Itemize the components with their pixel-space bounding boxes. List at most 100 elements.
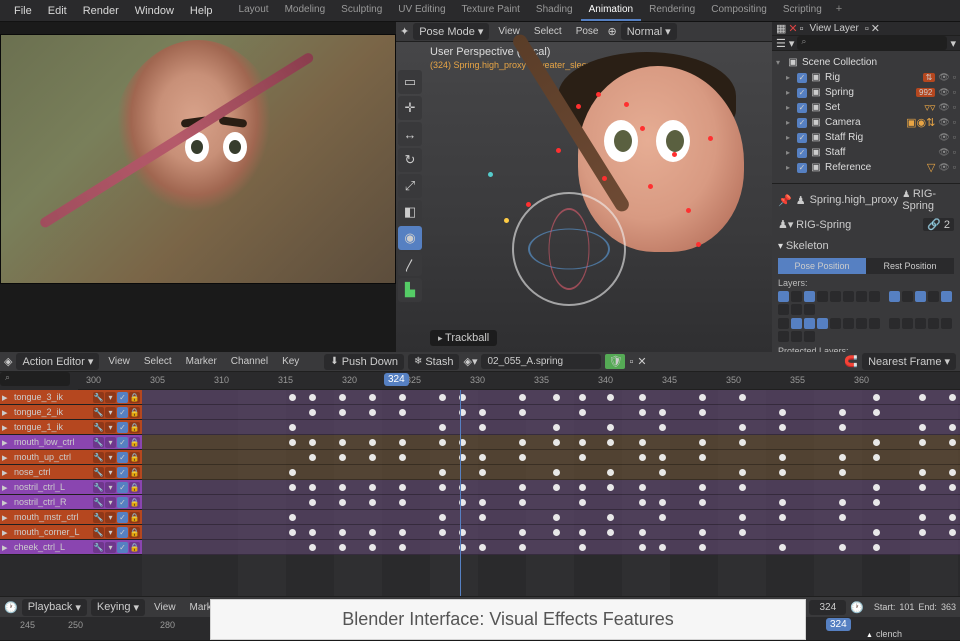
menu-edit[interactable]: Edit (40, 2, 75, 20)
keyframe[interactable] (579, 499, 586, 506)
keyframe[interactable] (779, 514, 786, 521)
channel-tongue_3_ik[interactable]: ▸tongue_3_ik🔧▾✓🔒 (0, 390, 142, 405)
tool-rotate[interactable]: ↻ (398, 148, 422, 172)
tool-annotate[interactable]: ◉ (398, 226, 422, 250)
outliner-item-spring[interactable]: ▸✓▣Spring992👁▫ (772, 85, 960, 100)
keyframe[interactable] (339, 454, 346, 461)
tab-uv[interactable]: UV Editing (390, 0, 453, 21)
keyframe[interactable] (399, 544, 406, 551)
channel-nose_ctrl[interactable]: ▸nose_ctrl🔧▾✓🔒 (0, 465, 142, 480)
ae-key-menu[interactable]: Key (277, 354, 304, 369)
keyframe[interactable] (289, 394, 296, 401)
keyframe[interactable] (399, 439, 406, 446)
keyframe[interactable] (949, 439, 956, 446)
keyframe[interactable] (289, 484, 296, 491)
channel-nostril_ctrl_R[interactable]: ▸nostril_ctrl_R🔧▾✓🔒 (0, 495, 142, 510)
keyframe[interactable] (369, 454, 376, 461)
outliner-collection-root[interactable]: ▾▣Scene Collection (772, 55, 960, 70)
keyframe[interactable] (369, 484, 376, 491)
keyframe[interactable] (699, 484, 706, 491)
keyframe[interactable] (839, 469, 846, 476)
keyframe[interactable] (399, 454, 406, 461)
keyframe[interactable] (309, 454, 316, 461)
keyframe[interactable] (289, 514, 296, 521)
keyframe[interactable] (949, 394, 956, 401)
keyframe[interactable] (289, 529, 296, 536)
keyframe[interactable] (919, 424, 926, 431)
keyframe[interactable] (519, 529, 526, 536)
keyframe[interactable] (919, 439, 926, 446)
mode-dropdown[interactable]: Pose Mode▾ (413, 23, 489, 40)
keyframe[interactable] (699, 394, 706, 401)
keyframe[interactable] (873, 529, 880, 536)
keyframe[interactable] (839, 514, 846, 521)
keyframe[interactable] (369, 439, 376, 446)
keyframe[interactable] (639, 409, 646, 416)
outliner-item-reference[interactable]: ▸✓▣Reference▽👁▫ (772, 160, 960, 175)
channel-cheek_ctrl_L[interactable]: ▸cheek_ctrl_L🔧▾✓🔒 (0, 540, 142, 555)
keyframe[interactable] (553, 424, 560, 431)
skeleton-title[interactable]: ▾ Skeleton (778, 237, 954, 255)
keyframe[interactable] (779, 454, 786, 461)
channel-mouth_low_ctrl[interactable]: ▸mouth_low_ctrl🔧▾✓🔒 (0, 435, 142, 450)
tl-view-menu[interactable]: View (149, 600, 181, 615)
tab-sculpting[interactable]: Sculpting (333, 0, 390, 21)
keyframe[interactable] (369, 499, 376, 506)
add-workspace-button[interactable]: + (830, 0, 848, 21)
action-browse-icon[interactable]: ◈▾ (463, 355, 477, 368)
keyframe[interactable] (699, 499, 706, 506)
timeline-type-icon[interactable]: 🕐 (4, 601, 18, 614)
keyframe[interactable] (553, 514, 560, 521)
push-down-button[interactable]: ⬇ Push Down (324, 354, 404, 370)
ae-select-menu[interactable]: Select (139, 354, 177, 369)
channel-search[interactable]: ⌕ (0, 372, 70, 386)
keyframe[interactable] (779, 424, 786, 431)
keyframe[interactable] (439, 439, 446, 446)
keyframe[interactable] (873, 454, 880, 461)
tab-animation[interactable]: Animation (581, 0, 641, 21)
menu-help[interactable]: Help (182, 2, 221, 20)
keyframe[interactable] (369, 529, 376, 536)
keyframe[interactable] (607, 529, 614, 536)
keyframe[interactable] (339, 529, 346, 536)
keyframe[interactable] (479, 409, 486, 416)
keyframe[interactable] (873, 394, 880, 401)
keyframe[interactable] (659, 409, 666, 416)
keyframe[interactable] (553, 484, 560, 491)
keyframe[interactable] (607, 394, 614, 401)
keyframe[interactable] (739, 469, 746, 476)
keyframe[interactable] (479, 514, 486, 521)
editor-type-icon[interactable]: ✦ (400, 25, 409, 38)
unlink-action-icon[interactable]: ✕ (637, 355, 646, 368)
new-action-icon[interactable]: ▫ (629, 356, 633, 368)
keyframe[interactable] (839, 544, 846, 551)
keyframe[interactable] (369, 544, 376, 551)
channel-tongue_1_ik[interactable]: ▸tongue_1_ik🔧▾✓🔒 (0, 420, 142, 435)
keyframe[interactable] (739, 484, 746, 491)
keyframe[interactable] (919, 394, 926, 401)
keyframe[interactable] (399, 499, 406, 506)
keyframe[interactable] (919, 484, 926, 491)
keyframe[interactable] (607, 439, 614, 446)
transform-orient-dropdown[interactable]: Normal▾ (621, 23, 677, 40)
keyframe[interactable] (739, 424, 746, 431)
display-mode-icon[interactable]: ▾ (789, 37, 795, 50)
current-frame-field[interactable]: 324 (809, 600, 846, 615)
editor-type-icon[interactable]: ◈ (4, 355, 12, 368)
channel-tongue_2_ik[interactable]: ▸tongue_2_ik🔧▾✓🔒 (0, 405, 142, 420)
keyframe[interactable] (919, 529, 926, 536)
keyframe[interactable] (399, 529, 406, 536)
keyframe[interactable] (607, 424, 614, 431)
channel-mouth_up_ctrl[interactable]: ▸mouth_up_ctrl🔧▾✓🔒 (0, 450, 142, 465)
track-row[interactable] (142, 450, 960, 465)
outliner-search[interactable]: ⌕ (797, 36, 947, 50)
keyframe[interactable] (553, 469, 560, 476)
keyframe[interactable] (309, 484, 316, 491)
keyframe[interactable] (699, 529, 706, 536)
filter-icon[interactable]: ▾ (950, 37, 956, 50)
frame-ruler[interactable]: 324 300305310315320325330335340345350355… (78, 372, 960, 390)
menu-window[interactable]: Window (127, 2, 182, 20)
snap-mode[interactable]: Nearest Frame▾ (862, 353, 956, 370)
outliner-item-staff[interactable]: ▸✓▣Staff👁▫ (772, 145, 960, 160)
keying-popover[interactable]: Keying▾ (91, 599, 145, 616)
